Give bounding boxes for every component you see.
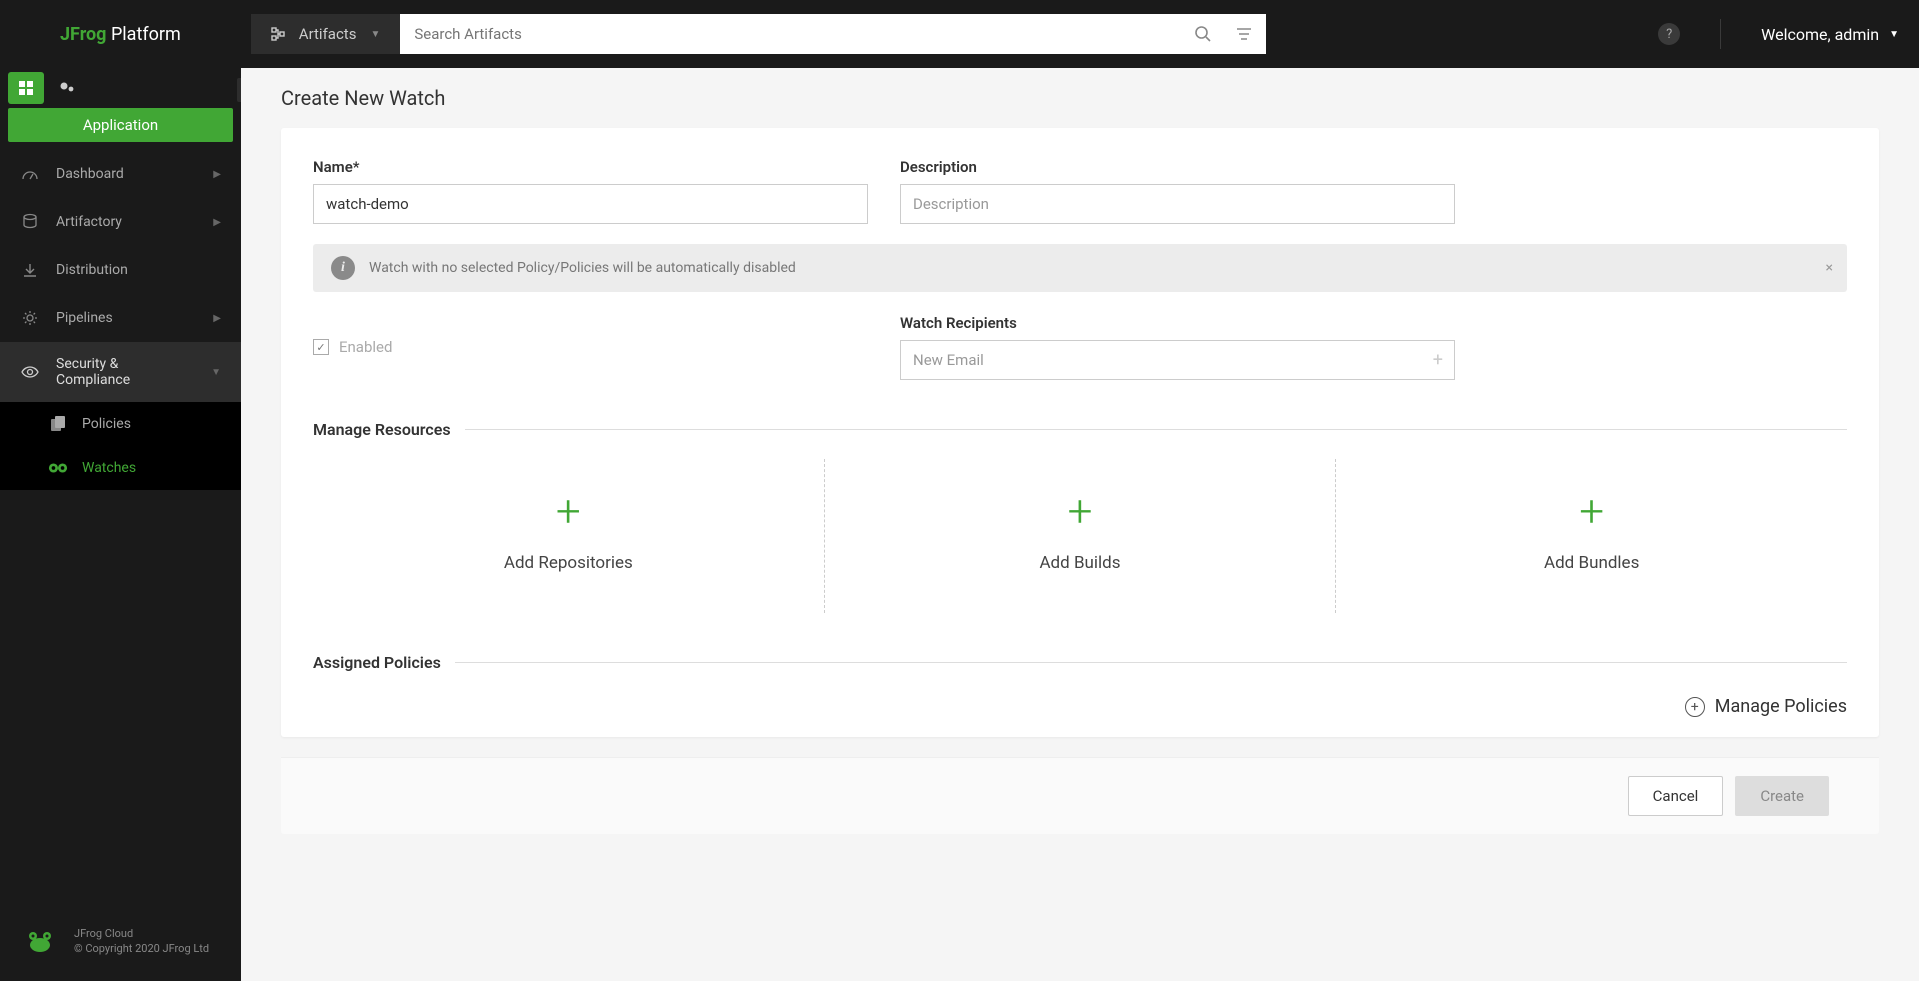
plus-icon: + [1068, 489, 1093, 533]
chevron-right-icon: ▶ [213, 313, 221, 324]
user-menu[interactable]: Welcome, admin ▼ [1761, 25, 1899, 44]
top-header: JFrog Platform Artifacts ▼ ? Welcome, ad… [0, 0, 1919, 68]
page-title: Create New Watch [241, 68, 1919, 116]
sub-nav-label: Watches [82, 460, 136, 476]
chevron-down-icon: ▼ [211, 367, 221, 378]
sidebar-footer: JFrog Cloud © Copyright 2020 JFrog Ltd [0, 901, 241, 981]
name-label: Name* [313, 158, 868, 176]
chevron-right-icon: ▶ [213, 217, 221, 228]
resource-label: Add Builds [1039, 553, 1120, 573]
chevron-right-icon: ▶ [213, 169, 221, 180]
artifactory-icon [20, 212, 40, 232]
sidebar-item-label: Dashboard [56, 166, 124, 182]
manage-policies-button[interactable]: + Manage Policies [313, 696, 1847, 717]
nav: Dashboard ▶ Artifactory ▶ Distribution [0, 150, 241, 490]
description-input[interactable] [900, 184, 1455, 224]
create-button[interactable]: Create [1735, 776, 1829, 816]
logo-rest: Platform [106, 24, 180, 45]
sub-nav-policies[interactable]: Policies [0, 402, 241, 446]
info-banner: i Watch with no selected Policy/Policies… [313, 244, 1847, 292]
admin-tab-icon[interactable] [50, 72, 86, 104]
watches-icon [48, 460, 68, 476]
sidebar-item-label: Distribution [56, 262, 128, 278]
sidebar-item-dashboard[interactable]: Dashboard ▶ [0, 150, 241, 198]
search-input[interactable] [400, 14, 1180, 54]
search-context-label: Artifacts [299, 25, 357, 43]
sidebar: ◀ Application Dashboard ▶ Artif [0, 68, 241, 981]
info-icon: i [331, 256, 355, 280]
search-icon-group [1180, 14, 1266, 54]
divider [465, 429, 1847, 430]
add-recipient-icon[interactable]: + [1433, 350, 1443, 371]
policies-header-text: Assigned Policies [313, 653, 441, 672]
policies-section-header: Assigned Policies [313, 653, 1847, 672]
policies-icon [48, 416, 68, 432]
divider [455, 662, 1847, 663]
form-card: Name* Description i Watch with no select… [281, 128, 1879, 737]
enabled-checkbox[interactable]: ✓ [313, 339, 329, 355]
form-footer: Cancel Create [281, 757, 1879, 834]
sidebar-item-label: Security & Compliance [56, 356, 195, 388]
search-group: Artifacts ▼ [251, 14, 1267, 54]
sidebar-item-label: Artifactory [56, 214, 122, 230]
plus-icon: + [1579, 489, 1604, 533]
plus-icon: + [556, 489, 581, 533]
frog-logo-icon [20, 921, 60, 961]
add-builds-button[interactable]: + Add Builds [824, 459, 1336, 613]
description-label: Description [900, 158, 1455, 176]
add-repositories-button[interactable]: + Add Repositories [313, 459, 824, 613]
manage-policies-label: Manage Policies [1715, 696, 1847, 717]
help-icon[interactable]: ? [1658, 23, 1680, 45]
resources-row: + Add Repositories + Add Builds + Add Bu… [313, 459, 1847, 613]
logo-bold: JFrog [60, 24, 106, 45]
sidebar-item-distribution[interactable]: Distribution [0, 246, 241, 294]
sidebar-item-security[interactable]: Security & Compliance ▼ [0, 342, 241, 402]
sub-nav-watches[interactable]: Watches [0, 446, 241, 490]
download-icon [20, 260, 40, 280]
footer-text: JFrog Cloud © Copyright 2020 JFrog Ltd [74, 926, 209, 957]
cancel-button[interactable]: Cancel [1628, 776, 1724, 816]
filter-icon[interactable] [1236, 27, 1252, 41]
sidebar-item-pipelines[interactable]: Pipelines ▶ [0, 294, 241, 342]
resources-header-text: Manage Resources [313, 420, 451, 439]
sub-nav: Policies Watches [0, 402, 241, 490]
sub-nav-label: Policies [82, 416, 131, 432]
main-content: Create New Watch Name* Description i Wat… [241, 68, 1919, 981]
welcome-text: Welcome, admin [1761, 25, 1879, 44]
name-input[interactable] [313, 184, 868, 224]
eye-icon [20, 362, 40, 382]
info-text: Watch with no selected Policy/Policies w… [369, 260, 796, 276]
sidebar-tabs [0, 68, 241, 108]
resources-section-header: Manage Resources [313, 420, 1847, 439]
divider [1720, 19, 1721, 49]
recipients-label: Watch Recipients [900, 314, 1455, 332]
close-icon[interactable]: × [1826, 260, 1833, 276]
tree-icon [271, 27, 285, 41]
footer-line2: © Copyright 2020 JFrog Ltd [74, 941, 209, 956]
header-right: ? Welcome, admin ▼ [1658, 19, 1899, 49]
search-context-dropdown[interactable]: Artifacts ▼ [251, 14, 401, 54]
application-label: Application [8, 108, 233, 142]
footer-line1: JFrog Cloud [74, 926, 209, 941]
enabled-label: Enabled [339, 338, 392, 356]
chevron-down-icon: ▼ [1889, 29, 1899, 40]
gauge-icon [20, 164, 40, 184]
gear-icon [20, 308, 40, 328]
sidebar-item-label: Pipelines [56, 310, 113, 326]
sidebar-item-artifactory[interactable]: Artifactory ▶ [0, 198, 241, 246]
search-icon[interactable] [1194, 25, 1212, 43]
resource-label: Add Bundles [1544, 553, 1639, 573]
circle-plus-icon: + [1685, 697, 1705, 717]
application-tab-icon[interactable] [8, 72, 44, 104]
product-logo: JFrog Platform [60, 24, 181, 45]
add-bundles-button[interactable]: + Add Bundles [1335, 459, 1847, 613]
recipients-input[interactable] [900, 340, 1455, 380]
resource-label: Add Repositories [504, 553, 633, 573]
chevron-down-icon: ▼ [370, 29, 380, 40]
